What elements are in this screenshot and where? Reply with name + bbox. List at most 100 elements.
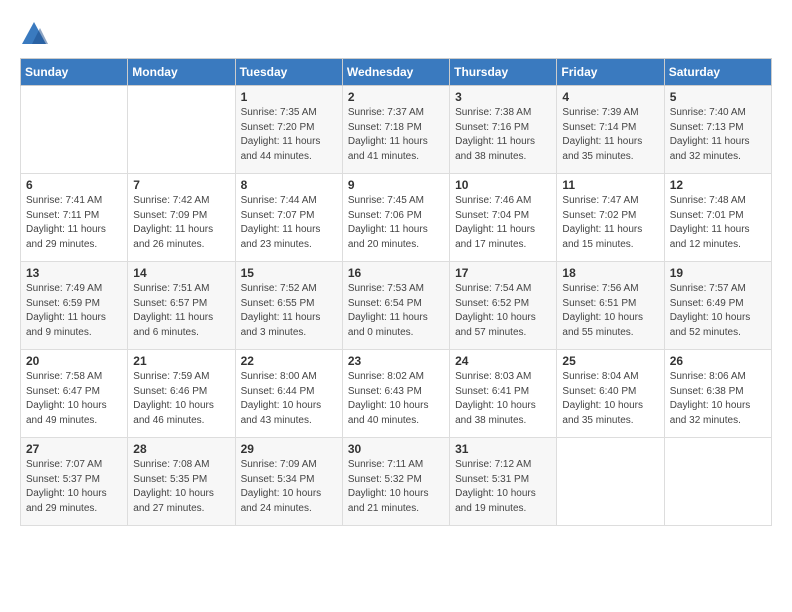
day-info: Sunrise: 8:04 AM Sunset: 6:40 PM Dayligh… xyxy=(562,370,658,428)
day-number: 31 xyxy=(455,442,551,456)
calendar-cell: 17 Sunrise: 7:54 AM Sunset: 6:52 PM Dayli… xyxy=(450,262,557,350)
page-header xyxy=(20,20,772,48)
day-info: Sunrise: 7:07 AM Sunset: 5:37 PM Dayligh… xyxy=(26,458,122,516)
day-info: Sunrise: 7:51 AM Sunset: 6:57 PM Dayligh… xyxy=(133,282,229,340)
day-info: Sunrise: 7:56 AM Sunset: 6:51 PM Dayligh… xyxy=(562,282,658,340)
day-info: Sunrise: 7:57 AM Sunset: 6:49 PM Dayligh… xyxy=(670,282,766,340)
day-number: 6 xyxy=(26,178,122,192)
day-info: Sunrise: 7:52 AM Sunset: 6:55 PM Dayligh… xyxy=(241,282,337,340)
calendar-cell: 4 Sunrise: 7:39 AM Sunset: 7:14 PM Daylig… xyxy=(557,86,664,174)
calendar-cell: 9Sunrise: 7:45 AM Sunset: 7:06 PM Daylig… xyxy=(342,174,449,262)
day-info: Sunrise: 8:06 AM Sunset: 6:38 PM Dayligh… xyxy=(670,370,766,428)
day-number: 9 xyxy=(348,178,444,192)
day-info: Sunrise: 7:48 AM Sunset: 7:01 PM Dayligh… xyxy=(670,194,766,252)
calendar-cell xyxy=(128,86,235,174)
day-info: Sunrise: 7:38 AM Sunset: 7:16 PM Dayligh… xyxy=(455,106,551,164)
day-number: 17 xyxy=(455,266,551,280)
day-info: Sunrise: 8:03 AM Sunset: 6:41 PM Dayligh… xyxy=(455,370,551,428)
weekday-header: Friday xyxy=(557,59,664,86)
calendar-week-row: 27 Sunrise: 7:07 AM Sunset: 5:37 PM Dayli… xyxy=(21,438,772,526)
calendar-cell: 11Sunrise: 7:47 AM Sunset: 7:02 PM Dayli… xyxy=(557,174,664,262)
calendar-week-row: 6 Sunrise: 7:41 AM Sunset: 7:11 PM Daylig… xyxy=(21,174,772,262)
day-number: 14 xyxy=(133,266,229,280)
day-number: 4 xyxy=(562,90,658,104)
calendar-cell: 30 Sunrise: 7:11 AM Sunset: 5:32 PM Dayli… xyxy=(342,438,449,526)
day-info: Sunrise: 7:35 AM Sunset: 7:20 PM Dayligh… xyxy=(241,106,337,164)
calendar-cell: 25 Sunrise: 8:04 AM Sunset: 6:40 PM Dayli… xyxy=(557,350,664,438)
day-number: 2 xyxy=(348,90,444,104)
day-number: 19 xyxy=(670,266,766,280)
calendar-cell: 27 Sunrise: 7:07 AM Sunset: 5:37 PM Dayli… xyxy=(21,438,128,526)
day-number: 21 xyxy=(133,354,229,368)
day-info: Sunrise: 7:11 AM Sunset: 5:32 PM Dayligh… xyxy=(348,458,444,516)
calendar-cell: 10 Sunrise: 7:46 AM Sunset: 7:04 PM Dayli… xyxy=(450,174,557,262)
day-number: 29 xyxy=(241,442,337,456)
weekday-header: Saturday xyxy=(664,59,771,86)
day-info: Sunrise: 8:00 AM Sunset: 6:44 PM Dayligh… xyxy=(241,370,337,428)
calendar-cell: 18 Sunrise: 7:56 AM Sunset: 6:51 PM Dayli… xyxy=(557,262,664,350)
day-number: 18 xyxy=(562,266,658,280)
calendar-cell: 8Sunrise: 7:44 AM Sunset: 7:07 PM Daylig… xyxy=(235,174,342,262)
day-info: Sunrise: 7:46 AM Sunset: 7:04 PM Dayligh… xyxy=(455,194,551,252)
calendar-cell: 26 Sunrise: 8:06 AM Sunset: 6:38 PM Dayli… xyxy=(664,350,771,438)
day-number: 12 xyxy=(670,178,766,192)
day-number: 11 xyxy=(562,178,658,192)
day-info: Sunrise: 7:41 AM Sunset: 7:11 PM Dayligh… xyxy=(26,194,122,252)
day-info: Sunrise: 7:42 AM Sunset: 7:09 PM Dayligh… xyxy=(133,194,229,252)
calendar-cell: 20Sunrise: 7:58 AM Sunset: 6:47 PM Dayli… xyxy=(21,350,128,438)
calendar-week-row: 13 Sunrise: 7:49 AM Sunset: 6:59 PM Dayli… xyxy=(21,262,772,350)
calendar-cell: 7 Sunrise: 7:42 AM Sunset: 7:09 PM Daylig… xyxy=(128,174,235,262)
logo-icon xyxy=(20,20,48,48)
day-number: 30 xyxy=(348,442,444,456)
day-number: 27 xyxy=(26,442,122,456)
calendar-table: SundayMondayTuesdayWednesdayThursdayFrid… xyxy=(20,58,772,526)
calendar-cell: 3Sunrise: 7:38 AM Sunset: 7:16 PM Daylig… xyxy=(450,86,557,174)
day-number: 13 xyxy=(26,266,122,280)
calendar-body: 1 Sunrise: 7:35 AM Sunset: 7:20 PM Daylig… xyxy=(21,86,772,526)
calendar-cell: 2 Sunrise: 7:37 AM Sunset: 7:18 PM Daylig… xyxy=(342,86,449,174)
calendar-cell: 6 Sunrise: 7:41 AM Sunset: 7:11 PM Daylig… xyxy=(21,174,128,262)
day-number: 24 xyxy=(455,354,551,368)
day-info: Sunrise: 7:37 AM Sunset: 7:18 PM Dayligh… xyxy=(348,106,444,164)
day-info: Sunrise: 7:08 AM Sunset: 5:35 PM Dayligh… xyxy=(133,458,229,516)
calendar-week-row: 20Sunrise: 7:58 AM Sunset: 6:47 PM Dayli… xyxy=(21,350,772,438)
weekday-header: Monday xyxy=(128,59,235,86)
weekday-header: Tuesday xyxy=(235,59,342,86)
day-info: Sunrise: 7:58 AM Sunset: 6:47 PM Dayligh… xyxy=(26,370,122,428)
day-info: Sunrise: 7:53 AM Sunset: 6:54 PM Dayligh… xyxy=(348,282,444,340)
day-number: 23 xyxy=(348,354,444,368)
day-info: Sunrise: 7:39 AM Sunset: 7:14 PM Dayligh… xyxy=(562,106,658,164)
day-number: 25 xyxy=(562,354,658,368)
day-info: Sunrise: 7:12 AM Sunset: 5:31 PM Dayligh… xyxy=(455,458,551,516)
day-info: Sunrise: 7:59 AM Sunset: 6:46 PM Dayligh… xyxy=(133,370,229,428)
calendar-cell: 29 Sunrise: 7:09 AM Sunset: 5:34 PM Dayli… xyxy=(235,438,342,526)
calendar-cell: 15Sunrise: 7:52 AM Sunset: 6:55 PM Dayli… xyxy=(235,262,342,350)
day-number: 5 xyxy=(670,90,766,104)
calendar-cell xyxy=(664,438,771,526)
day-info: Sunrise: 7:54 AM Sunset: 6:52 PM Dayligh… xyxy=(455,282,551,340)
calendar-cell: 12 Sunrise: 7:48 AM Sunset: 7:01 PM Dayli… xyxy=(664,174,771,262)
calendar-cell: 1 Sunrise: 7:35 AM Sunset: 7:20 PM Daylig… xyxy=(235,86,342,174)
day-number: 8 xyxy=(241,178,337,192)
calendar-cell: 14 Sunrise: 7:51 AM Sunset: 6:57 PM Dayli… xyxy=(128,262,235,350)
day-number: 1 xyxy=(241,90,337,104)
day-info: Sunrise: 7:09 AM Sunset: 5:34 PM Dayligh… xyxy=(241,458,337,516)
calendar-cell: 13 Sunrise: 7:49 AM Sunset: 6:59 PM Dayli… xyxy=(21,262,128,350)
calendar-cell: 31 Sunrise: 7:12 AM Sunset: 5:31 PM Dayli… xyxy=(450,438,557,526)
calendar-cell: 28 Sunrise: 7:08 AM Sunset: 5:35 PM Dayli… xyxy=(128,438,235,526)
day-number: 7 xyxy=(133,178,229,192)
calendar-cell: 5Sunrise: 7:40 AM Sunset: 7:13 PM Daylig… xyxy=(664,86,771,174)
calendar-week-row: 1 Sunrise: 7:35 AM Sunset: 7:20 PM Daylig… xyxy=(21,86,772,174)
calendar-cell: 23 Sunrise: 8:02 AM Sunset: 6:43 PM Dayli… xyxy=(342,350,449,438)
day-number: 16 xyxy=(348,266,444,280)
day-number: 10 xyxy=(455,178,551,192)
logo xyxy=(20,20,52,48)
calendar-cell: 21 Sunrise: 7:59 AM Sunset: 6:46 PM Dayli… xyxy=(128,350,235,438)
weekday-header: Sunday xyxy=(21,59,128,86)
day-number: 28 xyxy=(133,442,229,456)
day-info: Sunrise: 7:49 AM Sunset: 6:59 PM Dayligh… xyxy=(26,282,122,340)
day-info: Sunrise: 8:02 AM Sunset: 6:43 PM Dayligh… xyxy=(348,370,444,428)
weekday-header: Thursday xyxy=(450,59,557,86)
day-number: 26 xyxy=(670,354,766,368)
calendar-header: SundayMondayTuesdayWednesdayThursdayFrid… xyxy=(21,59,772,86)
